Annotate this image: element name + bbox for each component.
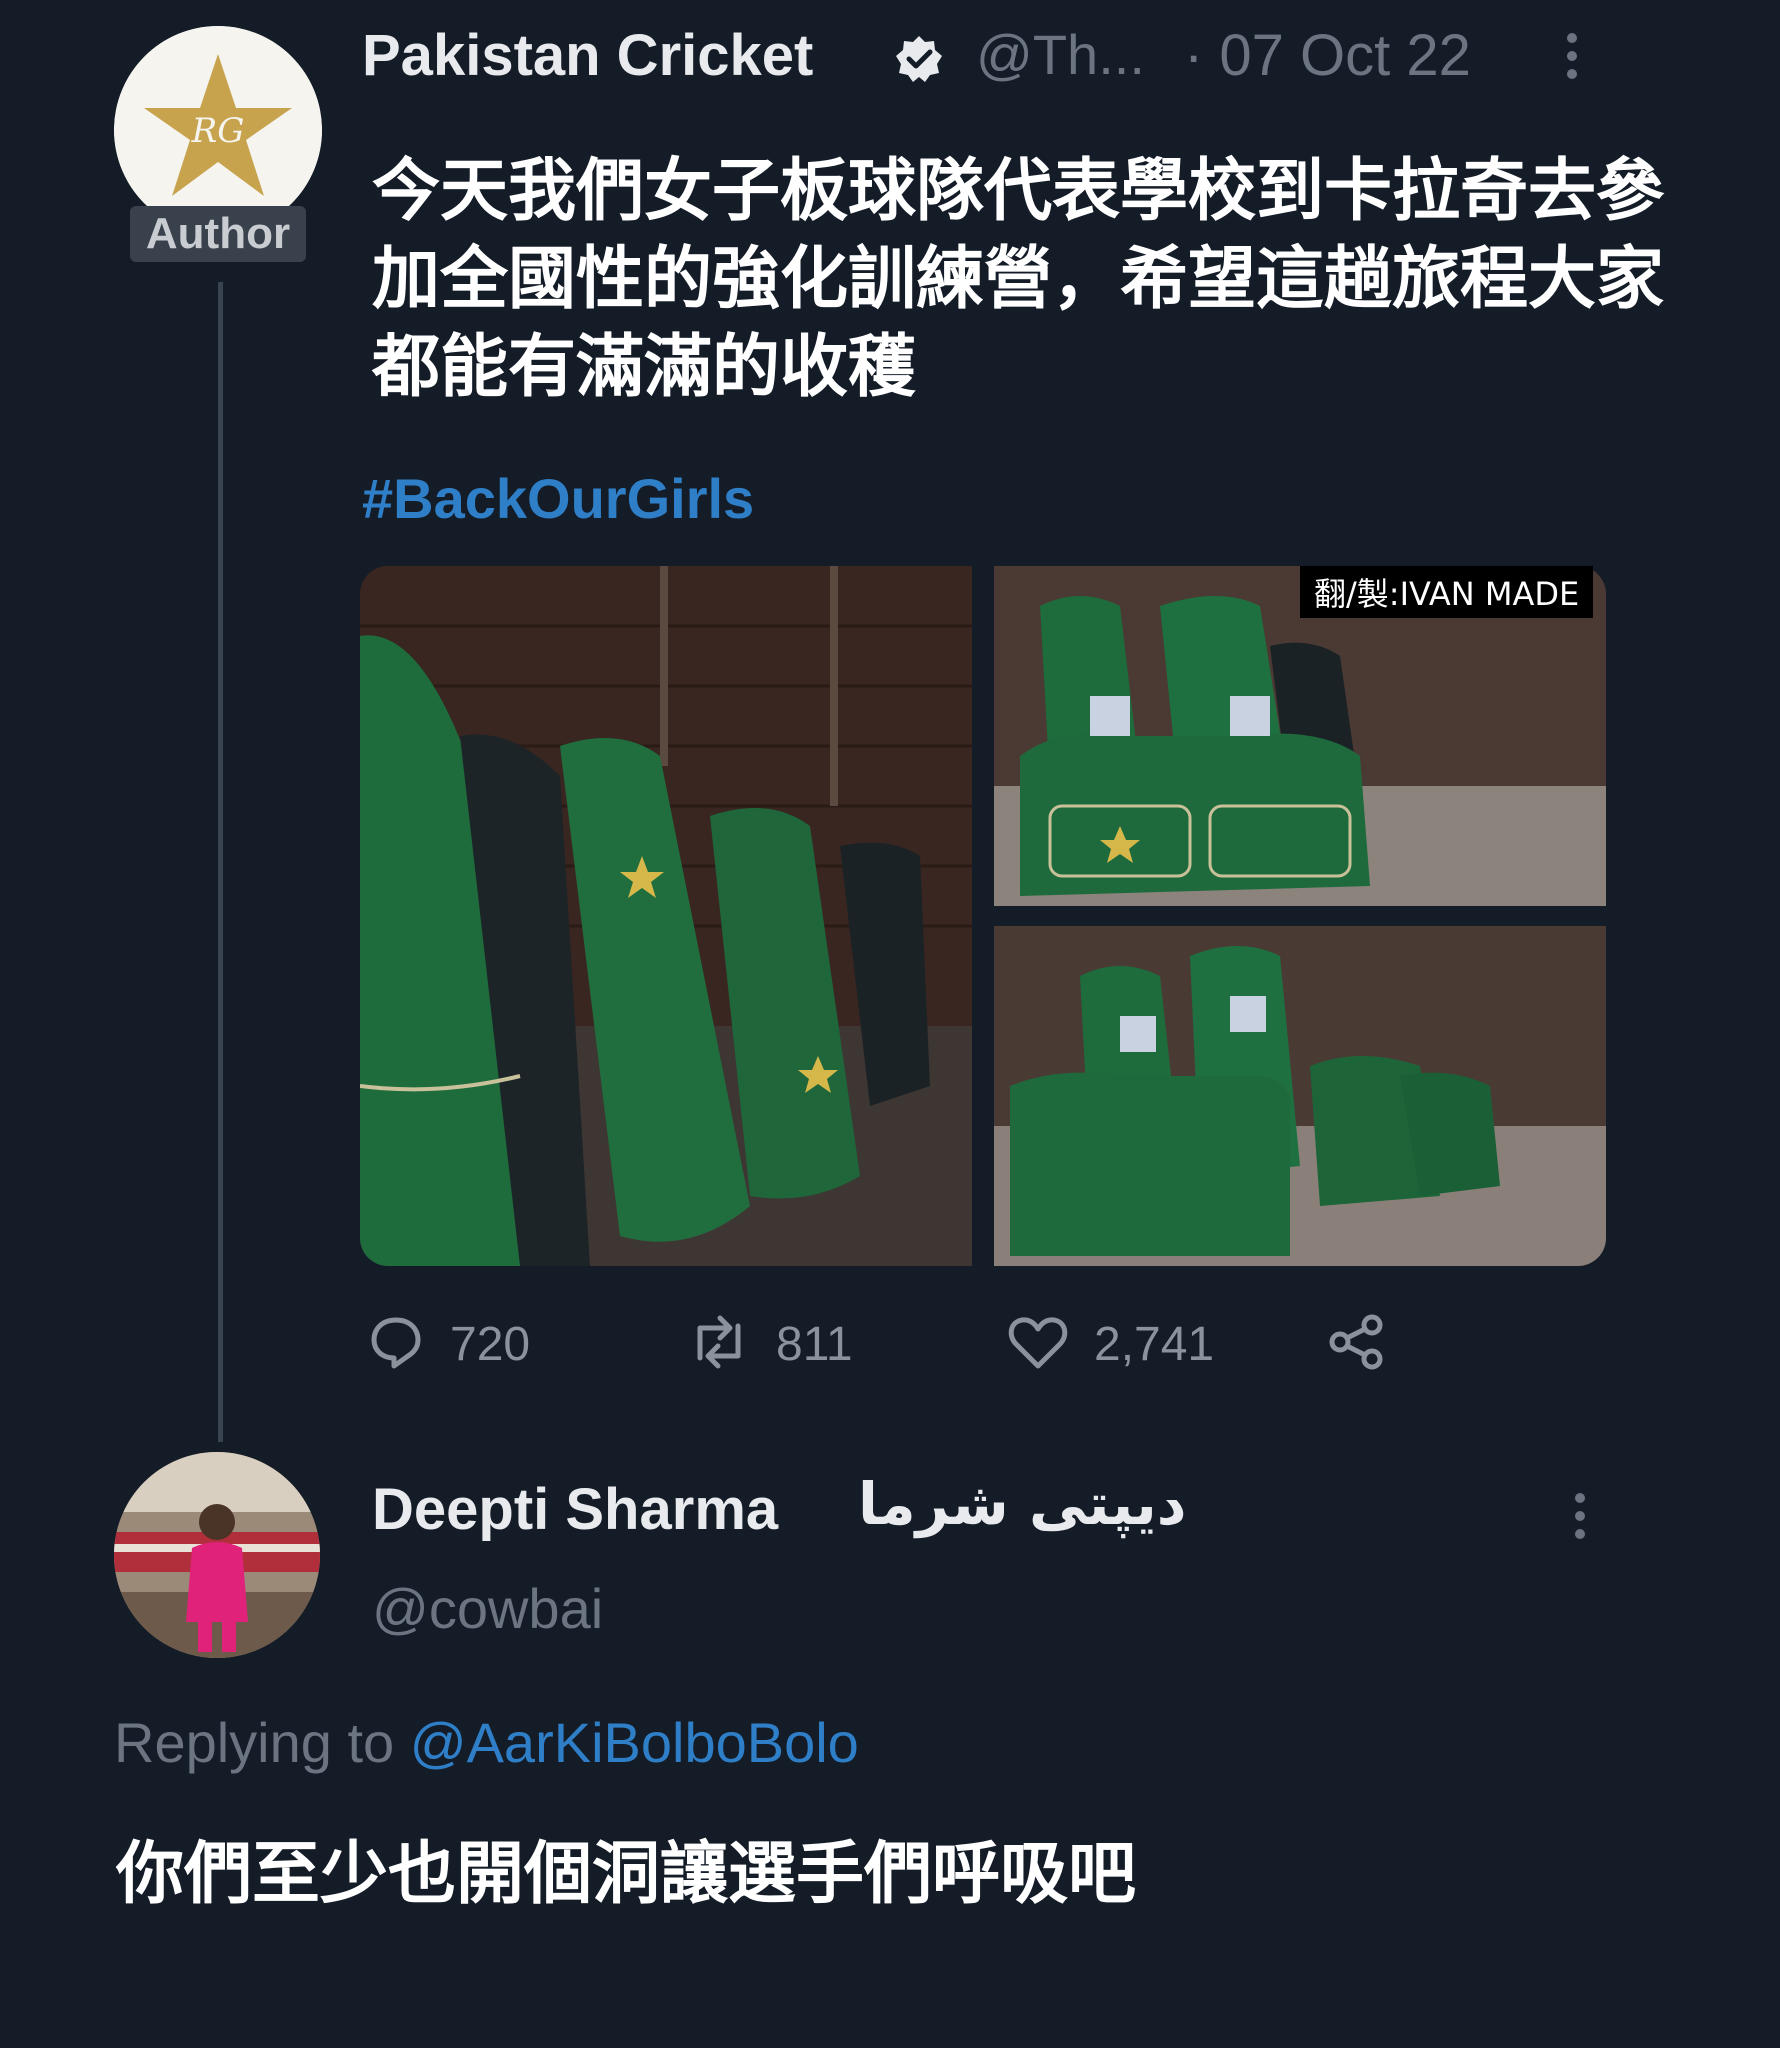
thread-line <box>218 282 223 1442</box>
reply-count: 720 <box>450 1317 531 1371</box>
media-watermark: 翻/製:IVAN MADE <box>1300 566 1594 618</box>
share-icon <box>1326 1311 1388 1378</box>
like-count: 2,741 <box>1094 1317 1215 1371</box>
author-badge: Author <box>130 206 306 262</box>
tweet-date[interactable]: · 07 Oct 22 <box>1184 22 1471 89</box>
more-icon[interactable] <box>1568 1486 1592 1546</box>
reply-author-handle[interactable]: @cowbai <box>372 1576 603 1641</box>
svg-text:RG: RG <box>191 111 245 151</box>
media-photo-3 <box>994 926 1606 1266</box>
retweet-count: 811 <box>776 1317 853 1371</box>
reply-icon <box>366 1312 426 1377</box>
author-avatar[interactable]: RG <box>114 26 322 234</box>
reply-text: 你們至少也開個洞讓選手們呼吸吧 <box>116 1835 1137 1914</box>
replying-prefix: Replying to <box>114 1711 395 1774</box>
replying-to-line: Replying to @AarKiBolboBolo <box>114 1710 859 1775</box>
hashtag-link[interactable]: #BackOurGirls <box>362 466 754 531</box>
reply-author-name-urdu: دیپتی شرما <box>858 1470 1187 1538</box>
tweet-text: 今天我們女子板球隊代表學校到卡拉奇去參加全國性的強化訓練營，希望這趟旅程大家都能… <box>372 152 1665 407</box>
reply-avatar[interactable] <box>114 1452 320 1658</box>
verified-icon <box>894 34 944 84</box>
tweet-author-name[interactable]: Pakistan Cricket <box>362 22 813 89</box>
tweet-author-handle[interactable]: @Th... <box>976 22 1145 87</box>
like-action[interactable]: 2,741 <box>1006 1312 1214 1376</box>
replying-mention-link[interactable]: @AarKiBolboBolo <box>410 1711 859 1774</box>
share-action[interactable] <box>1326 1312 1388 1376</box>
reply-author-name[interactable]: Deepti Sharma <box>372 1476 778 1543</box>
retweet-action[interactable]: 811 <box>686 1312 853 1376</box>
retweet-icon <box>686 1312 752 1377</box>
more-icon[interactable] <box>1560 26 1584 86</box>
like-icon <box>1006 1312 1070 1377</box>
tweet-media-grid[interactable] <box>360 566 1606 1266</box>
reply-action[interactable]: 720 <box>366 1312 530 1376</box>
media-photo-1 <box>360 566 972 1266</box>
